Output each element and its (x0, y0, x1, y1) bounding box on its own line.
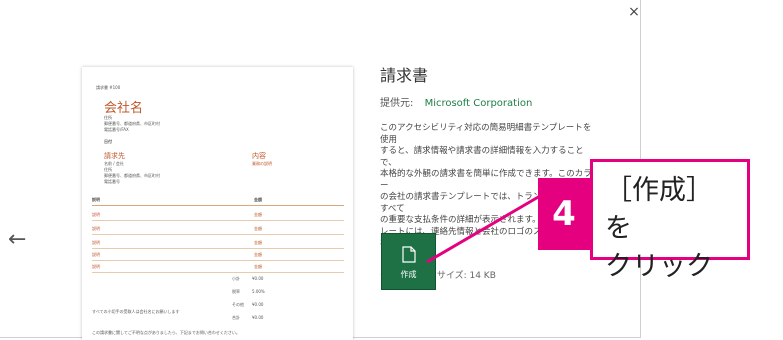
provider-label: 提供元: (380, 98, 414, 109)
close-icon[interactable]: × (626, 4, 642, 20)
template-preview-dialog: × ← 請求書 #100 会社名 住所 郵便番号、都道府県、市区町村 電話番号/… (0, 0, 642, 340)
callout-line-2: クリック (605, 251, 713, 282)
step-number-badge: 4 (538, 178, 590, 250)
create-button-label: 作成 (400, 270, 417, 279)
total-value: ¥0.00 (252, 276, 264, 281)
table-header-desc: 説明 (92, 197, 100, 202)
total-label: 税率 (232, 289, 240, 294)
table-row: 説明 (92, 212, 100, 217)
template-title: 請求書 (380, 66, 429, 85)
document-icon (382, 246, 435, 267)
total-label: 小計 (232, 276, 240, 281)
table-row: 説明 (92, 252, 100, 257)
create-button[interactable]: 作成 (381, 233, 436, 290)
divider (92, 234, 344, 235)
table-row: 金額 (254, 226, 262, 231)
divider (92, 220, 344, 221)
provider-name: Microsoft Corporation (424, 98, 533, 109)
table-row: 説明 (92, 226, 100, 231)
divider (92, 272, 344, 273)
footer-note: この請求書に関してご不明な点がありましたら、下記までお問い合わせください。 (92, 330, 240, 335)
callout-line-1: ［作成］を (605, 175, 713, 244)
total-value: ¥0.00 (252, 315, 264, 320)
bill-to-label: 請求先 (104, 152, 125, 160)
table-row: 金額 (254, 264, 262, 269)
table-row: 説明 (92, 240, 100, 245)
bill-to-line: 電話番号 (104, 179, 120, 184)
total-label: その他 (232, 302, 244, 307)
callout-instruction: ［作成］を クリック (590, 159, 750, 282)
total-value: ¥0.00 (252, 302, 264, 307)
total-value: 5.00% (252, 289, 265, 294)
address-line: 電話番号/FAX (104, 127, 129, 132)
content-label: 内容 (252, 152, 266, 160)
template-preview-image: 請求書 #100 会社名 住所 郵便番号、都道府県、市区町村 電話番号/FAX … (82, 67, 353, 340)
table-row: 金額 (254, 212, 262, 217)
table-row: 金額 (254, 252, 262, 257)
table-header-amount: 金額 (254, 197, 262, 202)
company-name: 会社名 (104, 101, 144, 116)
content-sub: 業務の説明 (252, 161, 272, 166)
provider-row: 提供元: Microsoft Corporation (380, 94, 595, 109)
divider (92, 205, 344, 206)
date-label: 日付 (104, 139, 112, 144)
total-label: 合計 (232, 315, 240, 320)
back-arrow-icon[interactable]: ← (8, 228, 32, 252)
invoice-number: 請求書 #100 (96, 85, 121, 90)
table-row: 説明 (92, 264, 100, 269)
divider (92, 248, 344, 249)
footer-note: すべての小切手の受取人は会社名にお願いします (92, 309, 180, 314)
table-row: 金額 (254, 240, 262, 245)
divider (92, 260, 344, 261)
